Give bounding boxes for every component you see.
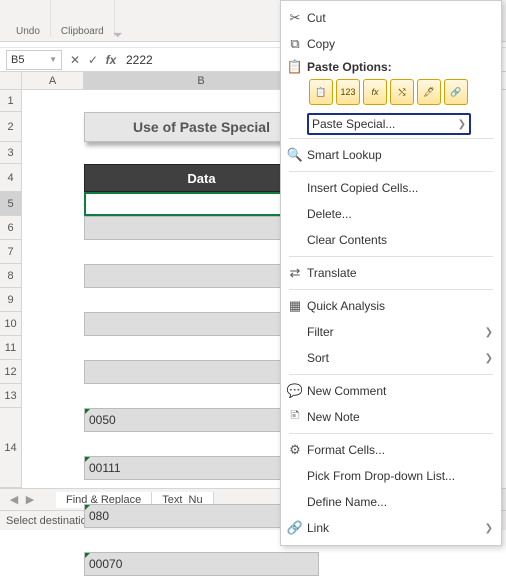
clipboard-label[interactable]: Clipboard bbox=[61, 26, 104, 37]
menu-format-cells[interactable]: ⚙ Format Cells... bbox=[281, 437, 501, 463]
note-icon: 🗈 bbox=[283, 406, 307, 428]
link-icon: 🔗 bbox=[283, 520, 307, 536]
name-box[interactable]: B5 ▼ bbox=[6, 50, 62, 70]
row-header[interactable]: 4 bbox=[0, 164, 22, 192]
error-triangle-icon bbox=[85, 505, 90, 510]
fx-button[interactable]: fx bbox=[102, 53, 120, 67]
chevron-right-icon: ❯ bbox=[458, 119, 466, 130]
row-header[interactable]: 11 bbox=[0, 336, 22, 360]
row-header[interactable]: 7 bbox=[0, 240, 22, 264]
tab-nav-next-icon[interactable]: ▶ bbox=[22, 493, 38, 506]
row-header[interactable]: 1 bbox=[0, 90, 22, 112]
context-menu: ✂ Cut ⧉ Copy 📋 Paste Options: 📋 123 fx ⤭… bbox=[280, 0, 502, 546]
chevron-right-icon: ❯ bbox=[485, 523, 493, 534]
smart-lookup-icon: 🔍 bbox=[283, 147, 307, 163]
menu-cut[interactable]: ✂ Cut bbox=[281, 5, 501, 31]
menu-delete[interactable]: Delete... bbox=[281, 201, 501, 227]
row-header[interactable]: 5 bbox=[0, 192, 22, 216]
ribbon-group-clipboard: Clipboard bbox=[51, 0, 115, 37]
menu-clear[interactable]: Clear Contents bbox=[281, 227, 501, 253]
data-cell[interactable]: 00070 bbox=[84, 552, 319, 576]
row-header[interactable]: 6 bbox=[0, 216, 22, 240]
ribbon-group-undo: Undo bbox=[6, 0, 51, 37]
menu-translate[interactable]: ⇄ Translate bbox=[281, 260, 501, 286]
cancel-button[interactable]: ✕ bbox=[66, 53, 84, 67]
paste-options-row: 📋 123 fx ⤭ 🖊 🔗 bbox=[281, 77, 501, 111]
menu-paste-special[interactable]: Paste Special... ❯ bbox=[307, 113, 471, 135]
format-cells-icon: ⚙ bbox=[283, 442, 307, 458]
row-headers: 1 2 3 4 5 6 7 8 9 10 11 12 13 14 bbox=[0, 90, 22, 488]
menu-quick-analysis[interactable]: ▦ Quick Analysis bbox=[281, 293, 501, 319]
menu-insert-copied[interactable]: Insert Copied Cells... bbox=[281, 175, 501, 201]
paste-option-link[interactable]: 🔗 bbox=[444, 79, 468, 105]
error-triangle-icon bbox=[85, 409, 90, 414]
paste-option-all[interactable]: 📋 bbox=[309, 79, 333, 105]
paste-option-values[interactable]: 123 bbox=[336, 79, 360, 105]
undo-label[interactable]: Undo bbox=[16, 26, 40, 37]
menu-filter[interactable]: Filter ❯ bbox=[281, 319, 501, 345]
paste-option-formatting[interactable]: 🖊 bbox=[417, 79, 441, 105]
paste-option-formulas[interactable]: fx bbox=[363, 79, 387, 105]
row-header[interactable]: 13 bbox=[0, 384, 22, 408]
cell-reference: B5 bbox=[11, 54, 24, 66]
chevron-right-icon: ❯ bbox=[485, 327, 493, 338]
paste-option-transpose[interactable]: ⤭ bbox=[390, 79, 414, 105]
dropdown-icon[interactable]: ▼ bbox=[49, 55, 57, 64]
cut-icon: ✂ bbox=[283, 10, 307, 26]
col-header-A[interactable]: A bbox=[22, 72, 84, 89]
row-header[interactable]: 2 bbox=[0, 112, 22, 142]
menu-define-name[interactable]: Define Name... bbox=[281, 489, 501, 515]
comment-icon: 💬 bbox=[283, 383, 307, 399]
translate-icon: ⇄ bbox=[283, 265, 307, 281]
row-header[interactable]: 8 bbox=[0, 264, 22, 288]
select-all-corner[interactable] bbox=[0, 72, 22, 89]
row-header[interactable]: 3 bbox=[0, 142, 22, 164]
menu-smart-lookup[interactable]: 🔍 Smart Lookup bbox=[281, 142, 501, 168]
row-header[interactable]: 9 bbox=[0, 288, 22, 312]
menu-sort[interactable]: Sort ❯ bbox=[281, 345, 501, 371]
tab-nav-prev-icon[interactable]: ◀ bbox=[6, 493, 22, 506]
menu-new-comment[interactable]: 💬 New Comment bbox=[281, 378, 501, 404]
chevron-right-icon: ❯ bbox=[485, 353, 493, 364]
menu-new-note[interactable]: 🗈 New Note bbox=[281, 404, 501, 430]
error-triangle-icon bbox=[85, 457, 90, 462]
menu-pick-list[interactable]: Pick From Drop-down List... bbox=[281, 463, 501, 489]
confirm-button[interactable]: ✓ bbox=[84, 53, 102, 67]
clipboard-icon: 📋 bbox=[283, 59, 307, 75]
error-triangle-icon bbox=[85, 553, 90, 558]
quick-analysis-icon: ▦ bbox=[283, 298, 307, 314]
menu-copy[interactable]: ⧉ Copy bbox=[281, 31, 501, 57]
menu-paste-options-label: 📋 Paste Options: bbox=[281, 57, 501, 77]
row-header[interactable]: 12 bbox=[0, 360, 22, 384]
copy-icon: ⧉ bbox=[283, 36, 307, 52]
menu-link[interactable]: 🔗 Link ❯ bbox=[281, 515, 501, 541]
row-header[interactable]: 10 bbox=[0, 312, 22, 336]
row-header[interactable]: 14 bbox=[0, 408, 22, 488]
